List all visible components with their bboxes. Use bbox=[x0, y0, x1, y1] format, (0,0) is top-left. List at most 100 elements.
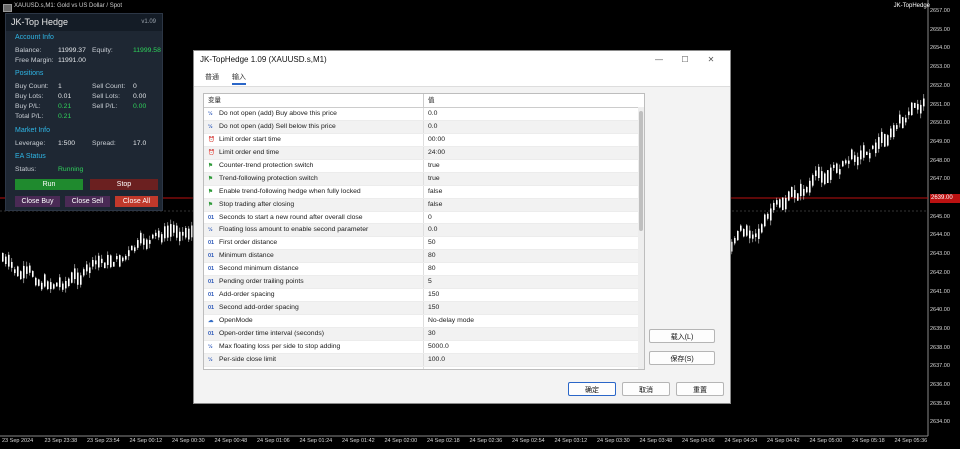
input-value-cell[interactable]: 00:00 bbox=[424, 134, 445, 146]
input-row[interactable]: ½Initial lot0.01 bbox=[204, 366, 644, 370]
input-name-cell[interactable]: ½ Per-side close limit bbox=[204, 353, 424, 366]
input-name: Do not open (add) Buy above this price bbox=[219, 110, 337, 117]
input-name-cell[interactable]: ½ Max floating loss per side to stop addi… bbox=[204, 340, 424, 353]
input-name-cell[interactable]: ☁ OpenMode bbox=[204, 315, 424, 327]
input-name-cell[interactable]: 01 First order distance bbox=[204, 237, 424, 250]
input-name-cell[interactable]: 01 Second minimum distance bbox=[204, 263, 424, 276]
scrollbar-thumb[interactable] bbox=[639, 111, 643, 231]
input-name-cell[interactable]: 01 Minimum distance bbox=[204, 250, 424, 263]
input-row[interactable]: ⏰ Limit order start time 00:00 bbox=[204, 133, 644, 147]
input-row[interactable]: 01 Open-order time interval (seconds) 30 bbox=[204, 327, 644, 341]
input-row[interactable]: ½ Max floating loss per side to stop addi… bbox=[204, 340, 644, 354]
input-name-cell[interactable]: ⚑ Enable trend-following hedge when fully… bbox=[204, 185, 424, 198]
input-name-cell[interactable]: ⏰ Limit order end time bbox=[204, 146, 424, 159]
input-value-cell[interactable]: 0.0 bbox=[424, 224, 437, 236]
input-name-cell[interactable]: 01 Pending order trailing points bbox=[204, 276, 424, 289]
input-value-cell[interactable]: 24:00 bbox=[424, 147, 445, 159]
input-name-cell[interactable]: ⚑ Counter-trend protection switch bbox=[204, 159, 424, 172]
cancel-button[interactable]: 取消 bbox=[622, 382, 670, 396]
run-button[interactable]: Run bbox=[15, 179, 83, 190]
input-row[interactable]: 01 Second add-order spacing 150 bbox=[204, 302, 644, 315]
input-name-cell[interactable]: ⏰ Limit order start time bbox=[204, 133, 424, 146]
input-value-cell[interactable]: 0.0 bbox=[424, 121, 437, 133]
maximize-icon[interactable]: ☐ bbox=[674, 51, 696, 68]
input-value-cell[interactable]: No-delay mode bbox=[424, 315, 474, 327]
input-value-cell[interactable]: false bbox=[424, 199, 442, 211]
input-value-cell[interactable]: true bbox=[424, 173, 440, 185]
total-pl-label: Total P/L: bbox=[15, 113, 44, 120]
input-value-cell[interactable]: 0.01 bbox=[424, 367, 441, 370]
input-value-cell[interactable]: true bbox=[424, 160, 440, 172]
input-row[interactable]: ⚑ Trend-following protection switch true bbox=[204, 172, 644, 186]
stop-button[interactable]: Stop bbox=[90, 179, 158, 190]
input-name-cell[interactable]: ½ Do not open (add) Sell below this price bbox=[204, 120, 424, 133]
price-tick-label: 2645.00 bbox=[930, 213, 950, 220]
input-row[interactable]: ½ Do not open (add) Buy above this price 0… bbox=[204, 108, 644, 121]
price-tick-label: 2650.00 bbox=[930, 120, 950, 127]
close-buy-button[interactable]: Close Buy bbox=[15, 196, 60, 207]
price-tick-label: 2642.00 bbox=[930, 269, 950, 276]
input-row[interactable]: ⚑ Counter-trend protection switch true bbox=[204, 159, 644, 173]
input-name-cell[interactable]: 01 Add-order spacing bbox=[204, 289, 424, 302]
load-button[interactable]: 载入(L) bbox=[649, 329, 715, 343]
ea-panel-header[interactable]: JK-Top Hedge v1.09 bbox=[6, 14, 162, 31]
time-tick-label: 24 Sep 05:36 bbox=[894, 438, 928, 444]
input-name-cell[interactable]: ½ Floating loss amount to enable second p… bbox=[204, 224, 424, 237]
input-value-cell[interactable]: 30 bbox=[424, 328, 436, 340]
price-tick-label: 2644.00 bbox=[930, 232, 950, 239]
input-row[interactable]: 01 Minimum distance 80 bbox=[204, 250, 644, 264]
close-icon[interactable]: ✕ bbox=[700, 51, 722, 68]
input-value-cell[interactable]: 50 bbox=[424, 237, 436, 249]
input-name-cell[interactable]: 01 Open-order time interval (seconds) bbox=[204, 327, 424, 340]
grid-scrollbar[interactable] bbox=[638, 107, 644, 369]
input-name-cell[interactable]: 01 Seconds to start a new round after ove… bbox=[204, 211, 424, 224]
input-value-cell[interactable]: 150 bbox=[424, 302, 439, 314]
buy-count-value: 1 bbox=[58, 83, 62, 90]
price-tick-label: 2635.00 bbox=[930, 400, 950, 407]
input-row[interactable]: 01 Second minimum distance 80 bbox=[204, 263, 644, 277]
input-row[interactable]: 01 Add-order spacing 150 bbox=[204, 289, 644, 303]
input-value-cell[interactable]: 0.0 bbox=[424, 108, 437, 120]
input-name-cell[interactable]: ½Initial lot bbox=[204, 366, 424, 369]
close-sell-button[interactable]: Close Sell bbox=[65, 196, 110, 207]
num-type-icon: 01 bbox=[208, 214, 215, 221]
tab-common[interactable]: 普通 bbox=[205, 72, 219, 82]
tab-inputs[interactable]: 输入 bbox=[232, 72, 246, 85]
input-name-cell[interactable]: ⚑ Trend-following protection switch bbox=[204, 172, 424, 185]
save-button[interactable]: 保存(S) bbox=[649, 351, 715, 365]
input-value-cell[interactable]: 80 bbox=[424, 250, 436, 262]
input-row[interactable]: ⚑ Stop trading after closing false bbox=[204, 198, 644, 212]
input-row[interactable]: ½ Floating loss amount to enable second p… bbox=[204, 224, 644, 238]
reset-button[interactable]: 重置 bbox=[676, 382, 724, 396]
close-all-button[interactable]: Close All bbox=[115, 196, 158, 207]
time-tick-label: 24 Sep 04:42 bbox=[767, 438, 800, 444]
chart-title: XAUUSD.s,M1: Gold vs US Dollar / Spot bbox=[14, 3, 123, 9]
input-value-cell[interactable]: false bbox=[424, 186, 442, 198]
total-pl-value: 0.21 bbox=[58, 113, 72, 120]
input-name-cell[interactable]: 01 Second add-order spacing bbox=[204, 302, 424, 314]
minimize-icon[interactable]: — bbox=[648, 51, 670, 68]
buy-pl-value: 0.21 bbox=[58, 103, 72, 110]
input-row[interactable]: ☁ OpenMode No-delay mode bbox=[204, 315, 644, 328]
input-row[interactable]: ½ Do not open (add) Sell below this price… bbox=[204, 120, 644, 134]
ok-button[interactable]: 确定 bbox=[568, 382, 616, 396]
col-value-header[interactable]: 值 bbox=[424, 94, 435, 107]
input-row[interactable]: ⚑ Enable trend-following hedge when fully… bbox=[204, 185, 644, 199]
frac-type-icon: ½ bbox=[208, 356, 213, 363]
input-value-cell[interactable]: 5000.0 bbox=[424, 341, 449, 353]
input-value-cell[interactable]: 100.0 bbox=[424, 354, 445, 366]
input-value-cell[interactable]: 80 bbox=[424, 263, 436, 275]
input-row[interactable]: 01 Seconds to start a new round after ove… bbox=[204, 211, 644, 225]
col-variable-header[interactable]: 变量 bbox=[204, 94, 424, 107]
input-name-cell[interactable]: ⚑ Stop trading after closing bbox=[204, 198, 424, 211]
input-row[interactable]: ⏰ Limit order end time 24:00 bbox=[204, 146, 644, 160]
input-row[interactable]: 01 First order distance 50 bbox=[204, 237, 644, 251]
status-value: Running bbox=[58, 166, 84, 173]
input-row[interactable]: ½ Per-side close limit 100.0 bbox=[204, 353, 644, 367]
input-name-cell[interactable]: ½ Do not open (add) Buy above this price bbox=[204, 108, 424, 120]
input-value-cell[interactable]: 5 bbox=[424, 276, 432, 288]
dialog-titlebar[interactable]: JK-TopHedge 1.09 (XAUUSD.s,M1) — ☐ ✕ bbox=[194, 51, 730, 68]
input-row[interactable]: 01 Pending order trailing points 5 bbox=[204, 276, 644, 290]
input-value-cell[interactable]: 150 bbox=[424, 289, 439, 301]
input-value-cell[interactable]: 0 bbox=[424, 212, 432, 224]
